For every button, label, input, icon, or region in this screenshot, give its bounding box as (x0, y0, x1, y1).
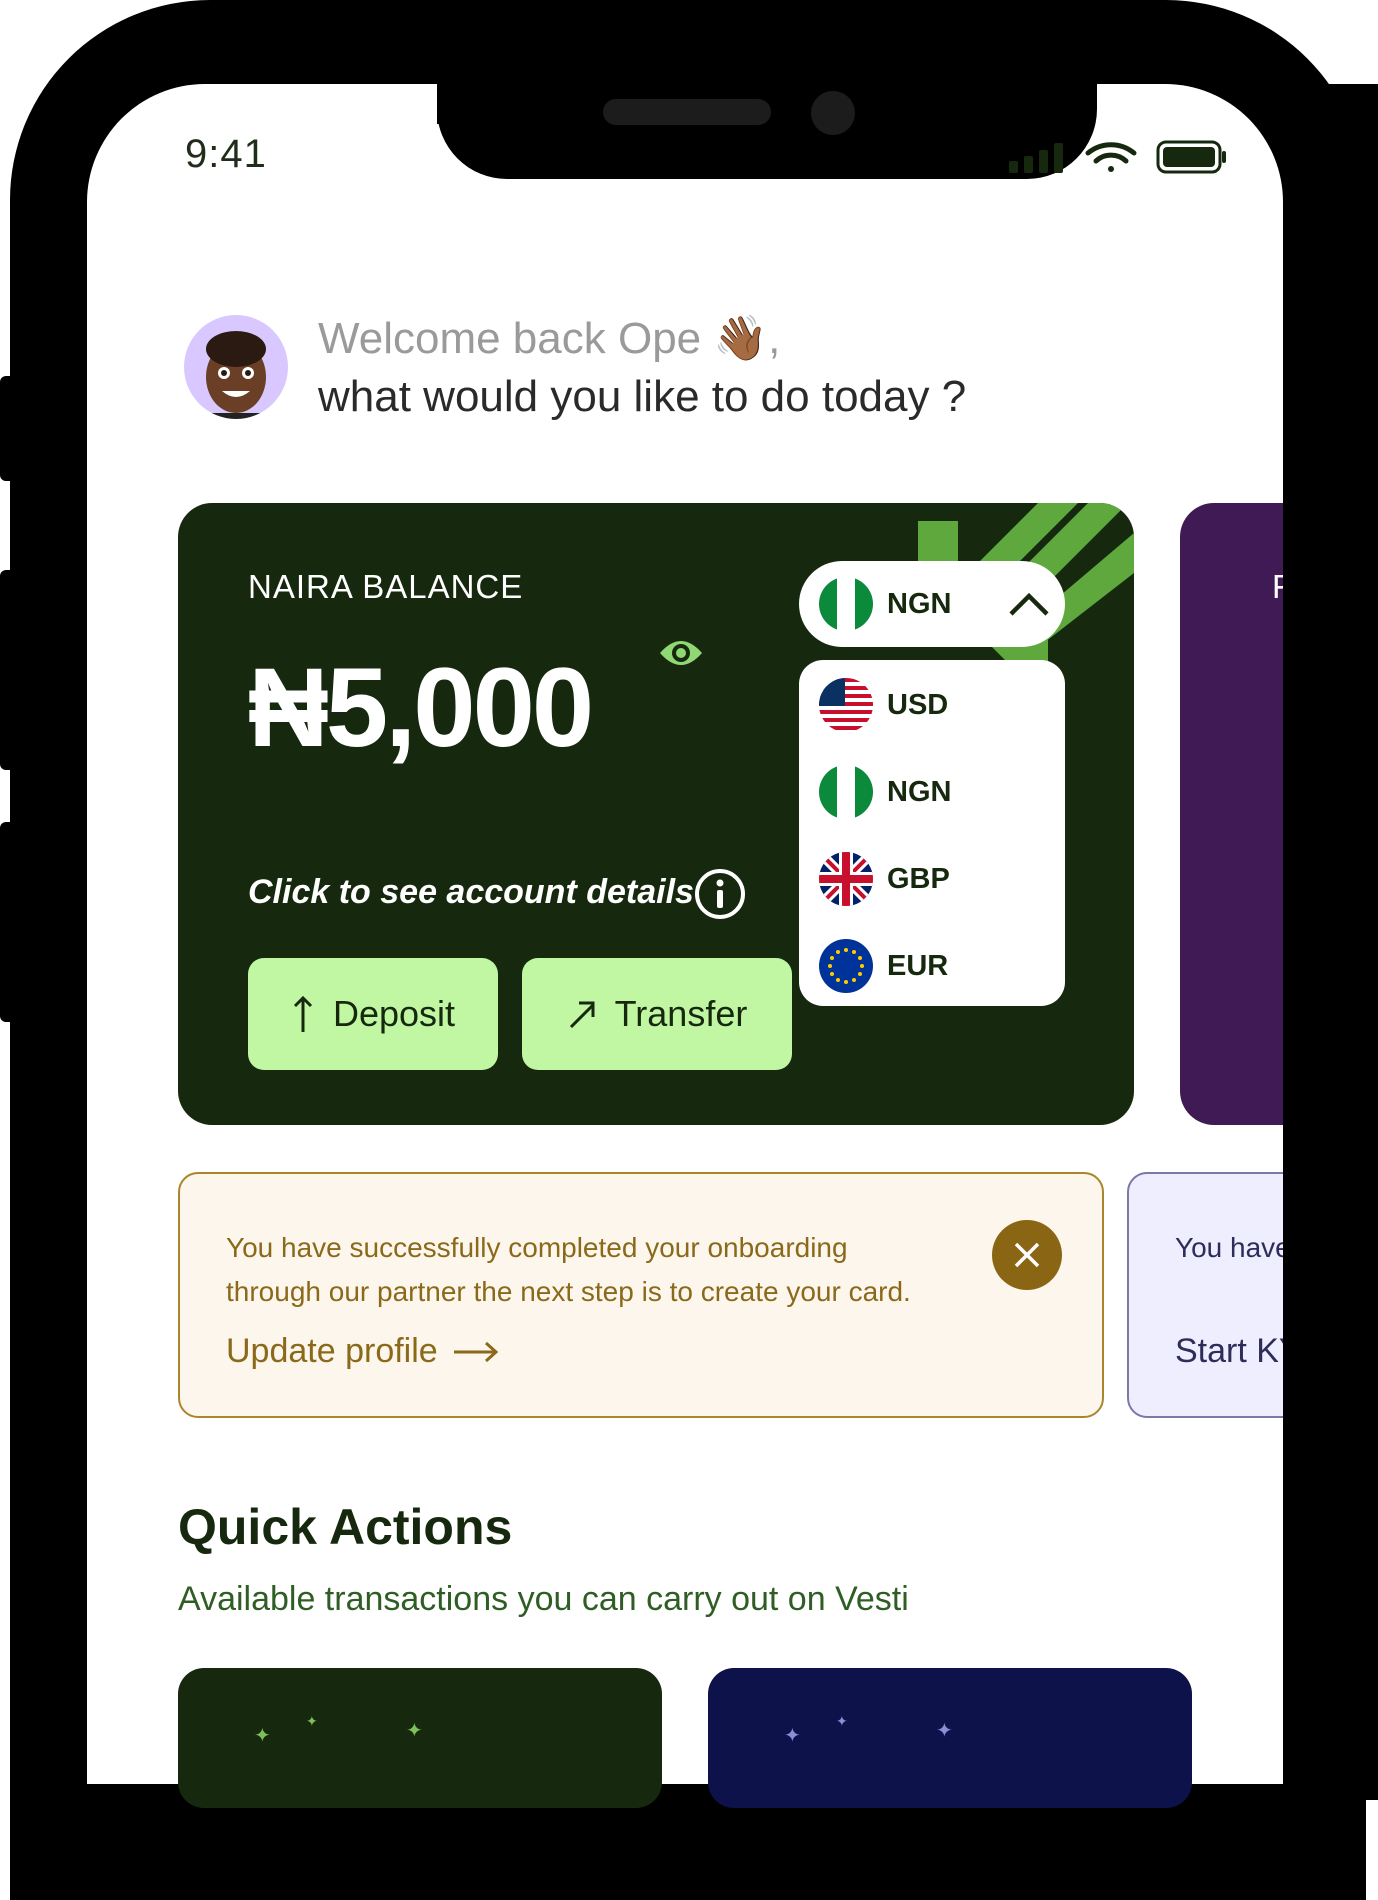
currency-code: GBP (887, 862, 950, 895)
quick-action-card-green[interactable]: ✦ ✦ ✦ (178, 1668, 662, 1808)
eye-icon[interactable] (658, 633, 704, 678)
quick-action-card-blue[interactable]: ✦ ✦ ✦ (708, 1668, 1192, 1808)
front-camera (811, 91, 855, 135)
memoji-avatar-icon (206, 331, 266, 419)
balance-amount: ₦5,000 (248, 645, 594, 770)
prompt-question: what would you like to do today ? (318, 372, 967, 421)
chevron-up-icon (1009, 592, 1050, 616)
currency-code: USD (887, 688, 949, 721)
currency-select[interactable]: NGN (799, 561, 1065, 647)
update-profile-label: Update profile (226, 1332, 438, 1370)
account-details-link[interactable]: Click to see account details (248, 873, 694, 912)
sparkle-icon: ✦ (784, 1725, 801, 1747)
volume-down-button (0, 822, 14, 1022)
deposit-button[interactable]: Deposit (248, 958, 498, 1070)
sparkle-icon: ✦ (306, 1713, 318, 1729)
avatar[interactable] (184, 315, 288, 419)
sparkle-icon: ✦ (836, 1713, 848, 1729)
ng-flag-icon (819, 765, 873, 819)
sparkle-icon: ✦ (254, 1725, 271, 1747)
notch (437, 84, 1097, 179)
close-icon (1014, 1242, 1040, 1268)
wifi-icon (1085, 142, 1137, 172)
welcome-text: Welcome back Ope 👋🏾, (318, 314, 781, 363)
notice-text: You have successfully completed your onb… (226, 1232, 911, 1307)
frame-right-edge-lower (1283, 1100, 1378, 1800)
arrow-up-right-icon (569, 1001, 595, 1029)
currency-option-eur[interactable]: EUR (819, 937, 948, 995)
sparkle-icon: ✦ (406, 1720, 423, 1742)
selected-currency: NGN (887, 587, 952, 620)
sparkle-icon: ✦ (936, 1720, 953, 1742)
ng-flag-icon (819, 577, 873, 631)
deposit-label: Deposit (332, 993, 456, 1034)
mute-switch (0, 376, 14, 481)
power-button-overlay (1364, 637, 1378, 957)
signal-icon (1009, 143, 1063, 173)
notice-close-button[interactable] (992, 1220, 1062, 1290)
update-profile-link[interactable]: Update profile (226, 1332, 500, 1371)
onboarding-notice: You have successfully completed your onb… (178, 1172, 1104, 1418)
battery-icon (1156, 140, 1226, 174)
eu-flag-icon (819, 939, 873, 993)
currency-dropdown: USD NGN GBP EUR (799, 660, 1065, 1006)
arrow-right-icon (453, 1341, 498, 1362)
quick-actions-title: Quick Actions (178, 1499, 513, 1555)
us-flag-icon (819, 678, 873, 732)
currency-option-ngn[interactable]: NGN (819, 763, 951, 821)
currency-code: NGN (887, 775, 952, 808)
gb-flag-icon (819, 852, 873, 906)
info-icon[interactable] (694, 868, 746, 920)
transfer-button[interactable]: Transfer (522, 958, 792, 1070)
quick-actions-subtitle: Available transactions you can carry out… (178, 1580, 909, 1618)
currency-code: EUR (887, 949, 949, 982)
speaker (603, 99, 771, 125)
volume-up-button (0, 570, 14, 770)
balance-label: NAIRA BALANCE (248, 568, 524, 605)
status-icons (1006, 136, 1226, 181)
currency-option-gbp[interactable]: GBP (819, 850, 950, 908)
transfer-label: Transfer (614, 993, 748, 1034)
arrow-up-icon (293, 995, 313, 1032)
status-time: 9:41 (185, 132, 267, 176)
currency-option-usd[interactable]: USD (819, 676, 948, 734)
